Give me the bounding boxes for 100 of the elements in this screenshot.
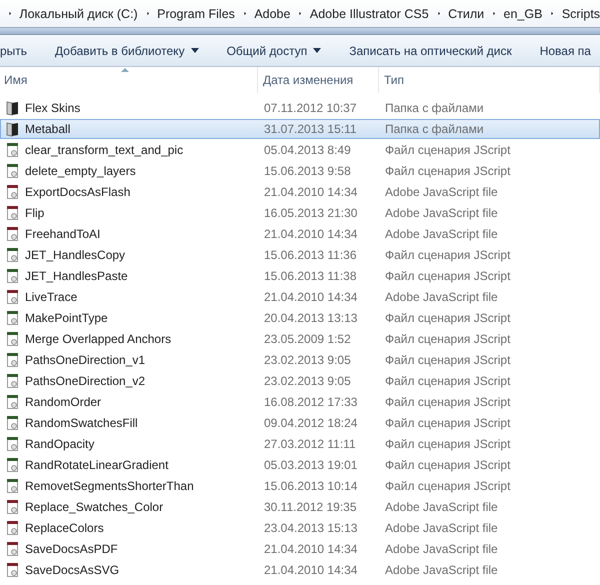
file-row[interactable]: FreehandToAI 21.04.2010 14:34 Adobe JavaScript file — [0, 224, 600, 244]
date-cell-text: 16.05.2013 21:30 — [263, 206, 358, 220]
file-name: RandomOrder — [25, 395, 102, 409]
chevron-right-icon[interactable] — [551, 10, 554, 17]
type-cell-text: Папка с файлами — [384, 122, 485, 136]
file-name: Flex Skins — [25, 101, 80, 115]
type-cell-text: Файл сценария JScript — [384, 395, 512, 409]
date-cell-text: 23.05.2009 1:52 — [263, 332, 352, 346]
file-name: RandomSwatchesFill — [25, 416, 138, 430]
chevron-right-icon[interactable] — [493, 10, 496, 17]
toolbar-button[interactable]: Записать на оптический диск — [349, 40, 512, 62]
file-row[interactable]: MakePointType 20.04.2013 13:13 Файл сценария JScript — [0, 308, 600, 328]
type-cell-text: Файл сценария JScript — [384, 479, 512, 493]
file-row[interactable]: Metaball 31.07.2013 15:11 Папка с файлами — [0, 119, 600, 139]
type-cell-text: Файл сценария JScript — [384, 248, 512, 262]
file-row[interactable]: PathsOneDirection_v2 23.02.2013 9:05 Файл сценария JScript — [0, 371, 600, 391]
file-name: MakePointType — [25, 311, 108, 325]
file-row[interactable]: LiveTrace 21.04.2010 14:34 Adobe JavaScript file — [0, 287, 600, 307]
folder-icon — [5, 121, 21, 137]
toolbar-button[interactable]: Общий доступ — [226, 40, 322, 62]
toolbar-button[interactable]: Новая па — [540, 40, 591, 62]
type-cell-text: Файл сценария JScript — [384, 311, 512, 325]
file-name: JET_HandlesCopy — [25, 248, 126, 262]
type-cell-text: Файл сценария JScript — [384, 143, 512, 157]
script-file-icon — [5, 373, 21, 389]
script-file-icon — [5, 541, 21, 557]
chevron-right-icon[interactable] — [9, 10, 12, 17]
date-cell-text: 27.03.2012 11:11 — [263, 437, 357, 451]
type-cell-text: Adobe JavaScript file — [384, 290, 499, 304]
toolbar-button[interactable]: рыть — [0, 40, 28, 62]
type-cell-text: Adobe JavaScript file — [384, 206, 499, 220]
file-row[interactable]: delete_empty_layers 15.06.2013 9:58 Файл сценария JScript — [0, 161, 600, 181]
type-cell-text: Папка с файлами — [384, 101, 485, 115]
file-row[interactable]: clear_transform_text_and_pic 05.04.2013 8:49 Файл сценария JScript — [0, 140, 600, 160]
file-name: PathsOneDirection_v1 — [25, 353, 146, 367]
file-row[interactable]: Merge Overlapped Anchors 23.05.2009 1:52 Файл сценария JScript — [0, 329, 600, 349]
breadcrumb-item[interactable]: Program Files — [157, 6, 235, 20]
chevron-right-icon[interactable] — [299, 10, 302, 17]
chevron-right-icon[interactable] — [146, 10, 150, 17]
script-file-icon — [5, 289, 21, 305]
script-file-icon — [5, 310, 21, 326]
file-name: delete_empty_layers — [25, 164, 136, 178]
breadcrumb-item[interactable]: Adobe Illustrator CS5 — [310, 6, 429, 20]
file-row[interactable]: ReplaceColors 23.04.2013 15:13 Adobe JavaScript file — [0, 518, 600, 538]
file-name: RandRotateLinearGradient — [25, 458, 168, 472]
script-file-icon — [5, 268, 21, 284]
file-row[interactable]: JET_HandlesCopy 15.06.2013 11:36 Файл сценария JScript — [0, 245, 600, 265]
type-cell-text: Adobe JavaScript file — [384, 227, 499, 241]
column-header[interactable]: Тип — [379, 67, 600, 93]
type-cell-text: Adobe JavaScript file — [384, 521, 499, 535]
script-file-icon — [5, 520, 21, 536]
date-cell-text: 21.04.2010 14:34 — [263, 542, 358, 556]
type-cell-text: Файл сценария JScript — [384, 458, 512, 472]
date-cell-text: 09.04.2012 18:24 — [263, 416, 358, 430]
file-name: PathsOneDirection_v2 — [25, 374, 146, 388]
breadcrumb-item[interactable]: Локальный диск (C:) — [19, 6, 138, 20]
date-cell-text: 07.11.2012 10:37 — [263, 101, 358, 115]
file-name: LiveTrace — [25, 290, 78, 304]
breadcrumb-item[interactable]: Adobe — [254, 6, 290, 20]
file-name: Flip — [25, 206, 44, 220]
file-row[interactable]: RandOpacity 27.03.2012 11:11 Файл сценария JScript — [0, 434, 600, 454]
date-cell-text: 05.04.2013 8:49 — [263, 143, 352, 157]
type-cell-text: Файл сценария JScript — [384, 353, 512, 367]
file-name: JET_HandlesPaste — [25, 269, 128, 283]
date-cell-text: 21.04.2010 14:34 — [263, 563, 358, 577]
toolbar-button[interactable]: Добавить в библиотеку — [55, 40, 199, 62]
chevron-right-icon[interactable] — [438, 10, 440, 17]
file-row[interactable]: Flex Skins 07.11.2012 10:37 Папка с файлами — [0, 98, 600, 118]
breadcrumb-item[interactable]: Стили — [448, 6, 484, 20]
script-file-icon — [5, 163, 21, 179]
script-file-icon — [5, 499, 21, 515]
type-cell-text: Файл сценария JScript — [384, 332, 512, 346]
file-name: RandOpacity — [25, 437, 94, 451]
caret-icon — [190, 48, 199, 53]
file-row[interactable]: Replace_Swatches_Color 30.11.2012 19:35 Adobe JavaScript file — [0, 497, 600, 517]
file-row[interactable]: JET_HandlesPaste 15.06.2013 11:38 Файл сценария JScript — [0, 266, 600, 286]
file-name: ExportDocsAsFlash — [25, 185, 130, 199]
file-name: Merge Overlapped Anchors — [25, 332, 172, 346]
file-row[interactable]: RandRotateLinearGradient 05.03.2013 19:01 Файл сценария JScript — [0, 455, 600, 475]
chevron-right-icon[interactable] — [244, 10, 246, 17]
file-row[interactable]: SaveDocsAsPDF 21.04.2010 14:34 Adobe JavaScript file — [0, 539, 600, 559]
script-file-icon — [5, 478, 21, 494]
column-header[interactable]: Имя — [0, 67, 258, 93]
breadcrumb-item[interactable]: Scripts — [562, 6, 600, 20]
column-header[interactable]: Дата изменения — [258, 67, 379, 93]
file-row[interactable]: RandomSwatchesFill 09.04.2012 18:24 Файл сценария JScript — [0, 413, 600, 433]
file-name: Replace_Swatches_Color — [25, 500, 164, 514]
script-file-icon — [5, 226, 21, 242]
file-row[interactable]: RandomOrder 16.08.2012 17:33 Файл сценария JScript — [0, 392, 600, 412]
script-file-icon — [5, 205, 21, 221]
file-row[interactable]: ExportDocsAsFlash 21.04.2010 14:34 Adobe JavaScript file — [0, 182, 600, 202]
file-row[interactable]: Flip 16.05.2013 21:30 Adobe JavaScript file — [0, 203, 600, 223]
breadcrumb-item[interactable]: en_GB — [504, 6, 542, 20]
date-cell-text: 15.06.2013 11:36 — [263, 248, 358, 262]
file-row[interactable]: RemovetSegmentsShorterThan 15.06.2013 10:14 Файл сценария JScript — [0, 476, 600, 496]
date-cell-text: 23.02.2013 9:05 — [263, 374, 352, 388]
type-cell-text: Файл сценария JScript — [384, 374, 512, 388]
file-row[interactable]: SaveDocsAsSVG 21.04.2010 14:34 Adobe JavaScript file — [0, 560, 600, 580]
file-row[interactable]: PathsOneDirection_v1 23.02.2013 9:05 Файл сценария JScript — [0, 350, 600, 370]
file-name: clear_transform_text_and_pic — [25, 143, 184, 157]
